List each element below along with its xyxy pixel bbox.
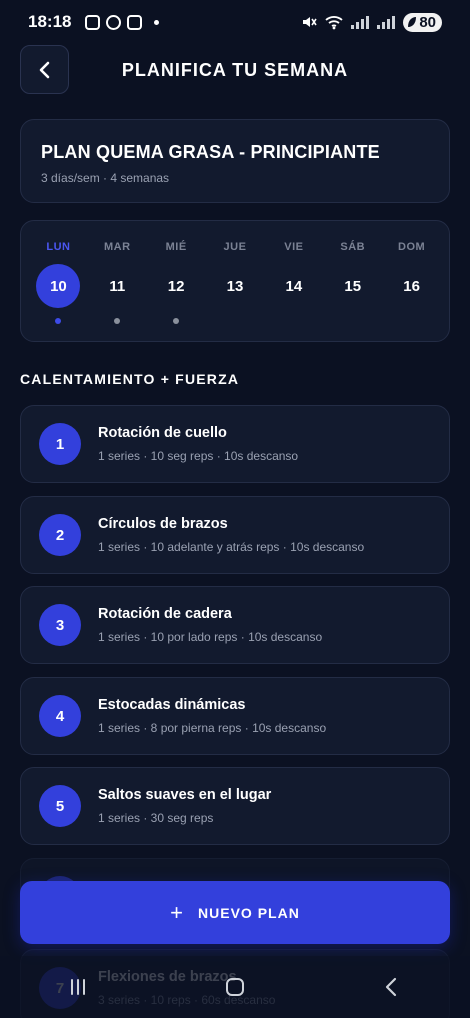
battery-indicator: 80: [403, 12, 442, 32]
exercise-number: 2: [39, 514, 81, 556]
day-1[interactable]: MAR 11: [88, 221, 147, 341]
day-0[interactable]: LUN 10: [29, 221, 88, 341]
exercise-info: Círculos de brazos 1 series · 10 adelante…: [98, 516, 364, 554]
exercise-meta: 1 series · 10 por lado reps · 10s descan…: [98, 630, 323, 644]
new-plan-label: NUEVO PLAN: [198, 904, 300, 921]
day-2[interactable]: MIÉ 12: [147, 221, 206, 341]
day-number: 14: [285, 277, 303, 295]
plan-subtitle: 3 días/sem · 4 semanas: [41, 171, 170, 185]
plan-title: PLAN QUEMA GRASA - PRINCIPIANTE: [41, 142, 380, 162]
day-number: 10: [36, 264, 81, 308]
day-name: MIÉ: [165, 241, 187, 253]
nav-back-icon: [385, 977, 396, 997]
status-right: 80: [301, 12, 442, 32]
exercise-card[interactable]: 3 Rotación de cadera 1 series · 10 por lad…: [20, 586, 450, 664]
exercise-meta: 1 series · 10 adelante y atrás reps · 10…: [98, 540, 365, 554]
recents-button[interactable]: [48, 967, 108, 1007]
day-number: 11: [109, 277, 126, 295]
exercise-name: Círculos de brazos: [98, 516, 228, 532]
plan-card[interactable]: PLAN QUEMA GRASA - PRINCIPIANTE 3 días/s…: [20, 119, 450, 203]
exercise-card[interactable]: 1 Rotación de cuello 1 series · 10 seg rep…: [20, 405, 450, 483]
status-bar: 18:18 80: [0, 0, 470, 44]
battery-leaf-icon: [408, 17, 417, 27]
day-workout-dot: [232, 318, 238, 324]
status-time: 18:18: [28, 12, 72, 31]
exercise-number: 1: [39, 423, 81, 465]
exercise-name: Rotación de cuello: [98, 425, 227, 441]
messenger-icon: [106, 14, 122, 30]
signal-icon: [351, 15, 370, 29]
day-number: 13: [226, 277, 244, 295]
day-name: VIE: [284, 241, 304, 253]
exercise-meta: 1 series · 8 por pierna reps · 10s desca…: [98, 721, 327, 735]
exercise-info: Rotación de cadera 1 series · 10 por lado…: [98, 606, 322, 644]
more-notifications-icon: [154, 19, 160, 25]
exercise-meta: 1 series · 10 seg reps · 10s descanso: [98, 449, 299, 463]
week-selector: LUN 10 MAR 11 MIÉ 12 JUE 13 VIE 14 SÁB 15 DOM 16: [20, 220, 450, 342]
battery-level: 80: [419, 13, 436, 31]
home-button[interactable]: [205, 967, 265, 1007]
exercise-info: Rotación de cuello 1 series · 10 seg reps…: [98, 425, 298, 463]
exercise-meta: 1 series · 30 seg reps: [98, 811, 214, 825]
exercise-name: Rotación de cadera: [98, 606, 232, 622]
instagram-icon: [127, 14, 143, 30]
new-plan-button[interactable]: + NUEVO PLAN: [20, 881, 450, 944]
day-workout-dot: [173, 318, 180, 324]
day-workout-dot: [291, 318, 297, 324]
day-name: SÁB: [340, 241, 366, 253]
day-4[interactable]: VIE 14: [264, 221, 323, 341]
home-icon: [225, 978, 244, 996]
exercise-name: Estocadas dinámicas: [98, 697, 246, 713]
exercise-name: Saltos suaves en el lugar: [98, 787, 272, 803]
day-number: 15: [344, 277, 362, 295]
plus-icon: +: [170, 899, 185, 925]
chevron-left-icon: [39, 61, 49, 78]
day-number: 12: [167, 277, 185, 295]
day-number: 16: [403, 277, 420, 295]
exercise-card[interactable]: 5 Saltos suaves en el lugar 1 series · 30 …: [20, 767, 450, 845]
mute-icon: [303, 17, 317, 27]
nav-back-button[interactable]: [362, 967, 422, 1007]
status-left: 18:18: [28, 12, 160, 32]
day-workout-dot: [55, 318, 62, 324]
exercise-number: 5: [39, 785, 81, 827]
signal-icon-2: [377, 15, 396, 29]
exercise-card[interactable]: 2 Círculos de brazos 1 series · 10 adelant…: [20, 496, 450, 574]
screen: 18:18 80 PLANIFICA TU SEMANA PLAN QUEMA …: [0, 0, 470, 1018]
exercise-info: Estocadas dinámicas 1 series · 8 por pier…: [98, 697, 326, 735]
day-name: JUE: [223, 241, 247, 253]
exercise-info: Saltos suaves en el lugar 1 series · 30 s…: [98, 787, 271, 825]
exercise-number: 4: [39, 695, 81, 737]
system-navbar: [0, 956, 470, 1018]
screenshot-icon: [85, 14, 101, 30]
back-button[interactable]: [20, 45, 69, 94]
day-workout-dot: [409, 318, 415, 324]
wifi-icon: [325, 16, 343, 30]
day-name: MAR: [104, 241, 131, 253]
day-3[interactable]: JUE 13: [206, 221, 265, 341]
day-name: LUN: [46, 241, 71, 253]
day-6[interactable]: DOM 16: [382, 221, 441, 341]
day-workout-dot: [114, 318, 121, 324]
day-name: DOM: [398, 241, 426, 253]
header: PLANIFICA TU SEMANA: [0, 44, 470, 96]
exercise-card[interactable]: 4 Estocadas dinámicas 1 series · 8 por pie…: [20, 677, 450, 755]
exercise-number: 3: [39, 604, 81, 646]
day-5[interactable]: SÁB 15: [323, 221, 382, 341]
page-title: PLANIFICA TU SEMANA: [121, 59, 349, 80]
recents-icon: [71, 979, 86, 995]
day-workout-dot: [350, 318, 356, 324]
notification-icons: [85, 14, 160, 30]
section-title: CALENTAMIENTO + FUERZA: [20, 371, 240, 387]
